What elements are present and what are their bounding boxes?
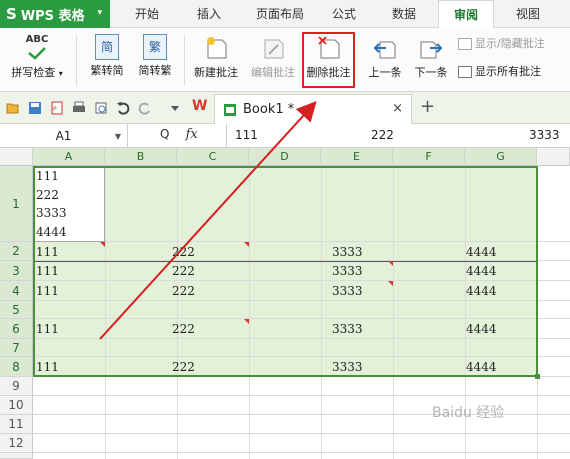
wps-logo-icon: S: [6, 5, 17, 23]
tab-page-layout[interactable]: 页面布局: [244, 0, 316, 28]
row-header-5[interactable]: 5: [0, 301, 33, 319]
trad-to-simp-button[interactable]: 简 繁转简: [84, 32, 130, 88]
tab-formulas[interactable]: 公式: [318, 0, 370, 28]
print-preview-icon[interactable]: [94, 101, 108, 115]
column-header-g[interactable]: G: [465, 148, 537, 166]
save-icon[interactable]: [28, 101, 42, 115]
redo-icon[interactable]: [138, 101, 152, 115]
new-tab-button[interactable]: +: [420, 96, 435, 117]
row-header-6[interactable]: 6: [0, 319, 33, 339]
formula-tools: Q fx: [160, 127, 198, 142]
tab-review[interactable]: 审阅: [438, 0, 494, 29]
delete-comment-icon: [317, 36, 339, 59]
row-header-7[interactable]: 7: [0, 339, 33, 357]
tab-home[interactable]: 开始: [118, 0, 176, 28]
spreadsheet-file-icon: [224, 103, 236, 116]
delete-comment-button[interactable]: 删除批注: [302, 32, 355, 88]
spellcheck-icon: ABC: [22, 34, 52, 62]
open-folder-icon[interactable]: [6, 101, 20, 115]
chevron-down-icon: ▾: [97, 8, 102, 18]
customize-toolbar-chevron-icon[interactable]: [168, 101, 182, 115]
fill-handle[interactable]: [535, 374, 540, 379]
edit-comment-icon: [264, 39, 284, 59]
table-row: [33, 434, 570, 453]
svg-text:P: P: [53, 106, 57, 113]
export-pdf-icon[interactable]: P: [50, 101, 64, 115]
quick-access-bar: P W Book1 * × +: [0, 92, 570, 124]
ribbon-review: ABC 拼写检查 ▾ 简 繁转简 繁 简转繁 新建批注 编辑批注 删除批注 上一…: [0, 28, 570, 92]
chevron-down-icon[interactable]: ▼: [115, 132, 121, 141]
app-title: WPS 表格: [20, 8, 85, 24]
document-title: Book1 *: [243, 102, 295, 117]
undo-icon[interactable]: [116, 101, 130, 115]
spellcheck-button[interactable]: ABC 拼写检查 ▾: [4, 32, 70, 88]
row-header-8[interactable]: 8: [0, 357, 33, 377]
checkmark-icon: [28, 47, 46, 60]
formula-bar: A1 ▼ Q fx 111 222 3333: [0, 124, 570, 148]
name-box[interactable]: A1 ▼: [0, 124, 128, 148]
column-header-f[interactable]: F: [393, 148, 465, 166]
previous-comment-icon: [373, 41, 396, 59]
row-header-1[interactable]: 1: [0, 166, 33, 242]
menu-bar: S WPS 表格 ▾ 开始 插入 页面布局 公式 数据 审阅 视图: [0, 0, 570, 29]
show-hide-comment-icon: [458, 38, 472, 50]
row-header-3[interactable]: 3: [0, 261, 33, 281]
zoom-icon[interactable]: Q: [160, 127, 169, 141]
next-comment-button[interactable]: 下一条: [408, 32, 454, 88]
simp-to-trad-icon: 繁: [143, 34, 167, 60]
tab-view[interactable]: 视图: [500, 0, 556, 28]
table-row: [33, 377, 570, 396]
column-header-a[interactable]: A: [33, 148, 105, 166]
document-tab[interactable]: Book1 * ×: [214, 94, 412, 124]
show-all-comments-icon: [458, 66, 472, 78]
column-header-b[interactable]: B: [105, 148, 177, 166]
column-header-d[interactable]: D: [249, 148, 321, 166]
previous-comment-button[interactable]: 上一条: [362, 32, 408, 88]
row-header-9[interactable]: 9: [0, 377, 33, 396]
row-header-12[interactable]: 12: [0, 434, 33, 453]
row-header-10[interactable]: 10: [0, 396, 33, 415]
edit-comment-button[interactable]: 编辑批注: [246, 32, 300, 88]
new-comment-icon: [207, 37, 227, 59]
wps-home-icon[interactable]: W: [192, 98, 210, 114]
row-header-2[interactable]: 2: [0, 242, 33, 261]
simp-to-trad-button[interactable]: 繁 简转繁: [132, 32, 178, 88]
show-all-comments-button[interactable]: 显示所有批注: [458, 62, 541, 82]
app-menu-button[interactable]: S WPS 表格 ▾: [0, 0, 110, 28]
insert-function-icon[interactable]: fx: [186, 127, 198, 142]
new-comment-button[interactable]: 新建批注: [190, 32, 242, 88]
watermark: Baidu 经验: [432, 405, 505, 421]
tab-insert[interactable]: 插入: [180, 0, 238, 28]
trad-to-simp-icon: 简: [95, 34, 119, 60]
tab-data[interactable]: 数据: [376, 0, 432, 28]
close-tab-icon[interactable]: ×: [392, 101, 403, 116]
column-header-c[interactable]: C: [177, 148, 249, 166]
select-all-corner[interactable]: [0, 148, 33, 166]
next-comment-icon: [420, 41, 443, 59]
print-icon[interactable]: [72, 101, 86, 115]
show-hide-comment-button[interactable]: 显示/隐藏批注: [458, 34, 545, 54]
row-header-13[interactable]: [0, 453, 33, 459]
row-header-11[interactable]: 11: [0, 415, 33, 434]
row-header-4[interactable]: 4: [0, 281, 33, 301]
formula-input[interactable]: 111 222 3333: [226, 124, 570, 148]
column-header-h[interactable]: [537, 148, 570, 166]
selection-border: [33, 166, 538, 377]
column-header-e[interactable]: E: [321, 148, 393, 166]
